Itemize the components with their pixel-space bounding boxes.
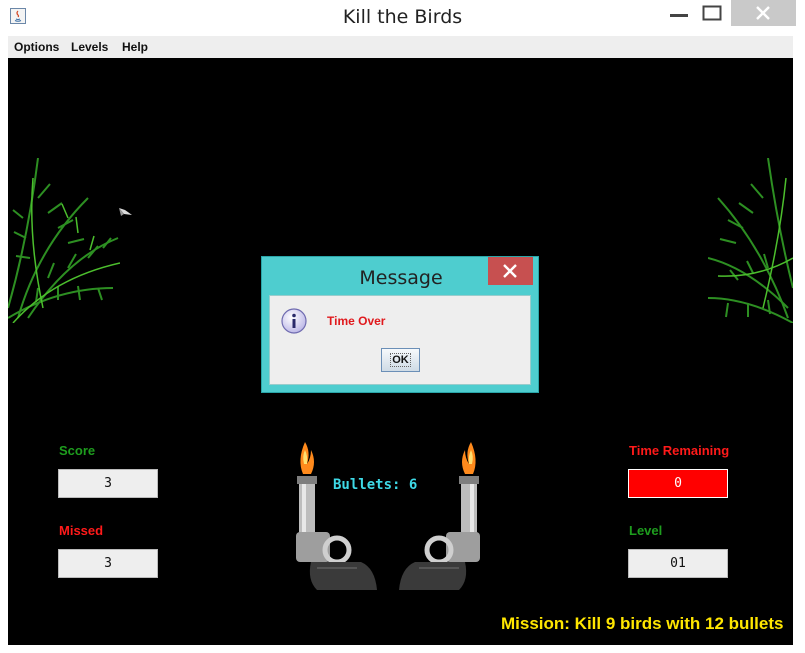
maximize-icon xyxy=(702,5,722,21)
bullets-count: Bullets: 6 xyxy=(333,477,418,493)
minimize-button[interactable] xyxy=(664,0,694,26)
right-revolver-icon xyxy=(399,442,480,590)
dialog-close-button[interactable] xyxy=(488,257,533,285)
bird-sprite[interactable] xyxy=(118,207,134,219)
maximize-button[interactable] xyxy=(698,0,728,26)
level-value-box: 01 xyxy=(628,549,728,578)
missed-label: Missed xyxy=(59,523,104,538)
menu-help[interactable]: Help xyxy=(122,40,148,54)
window-frame-right xyxy=(793,35,805,653)
title-bar: Kill the Birds xyxy=(0,0,805,35)
left-fern-plant xyxy=(8,158,120,323)
left-revolver-icon xyxy=(296,442,377,590)
close-icon xyxy=(756,6,770,20)
time-remaining-label: Time Remaining xyxy=(629,443,730,458)
window-frame-bottom xyxy=(0,645,805,653)
mission-text: Mission: Kill 9 birds with 12 bullets xyxy=(501,614,784,633)
menu-levels[interactable]: Levels xyxy=(71,40,108,54)
ok-button-label: OK xyxy=(390,353,411,367)
close-icon xyxy=(503,264,517,278)
message-dialog: Message Time Over OK xyxy=(261,256,539,393)
dialog-body: Time Over OK xyxy=(269,295,531,385)
time-remaining-box: 0 xyxy=(628,469,728,498)
info-icon xyxy=(281,308,307,334)
close-button[interactable] xyxy=(731,0,796,26)
dialog-message: Time Over xyxy=(327,314,386,328)
level-label: Level xyxy=(629,523,663,538)
ok-button[interactable]: OK xyxy=(381,348,420,372)
score-value-box: 3 xyxy=(58,469,158,498)
score-label: Score xyxy=(59,443,96,458)
minimize-icon xyxy=(670,14,688,17)
menu-options[interactable]: Options xyxy=(14,40,59,54)
window-frame-left xyxy=(0,35,8,653)
missed-value-box: 3 xyxy=(58,549,158,578)
menu-bar: Options Levels Help xyxy=(8,36,793,58)
right-fern-plant xyxy=(708,158,793,323)
